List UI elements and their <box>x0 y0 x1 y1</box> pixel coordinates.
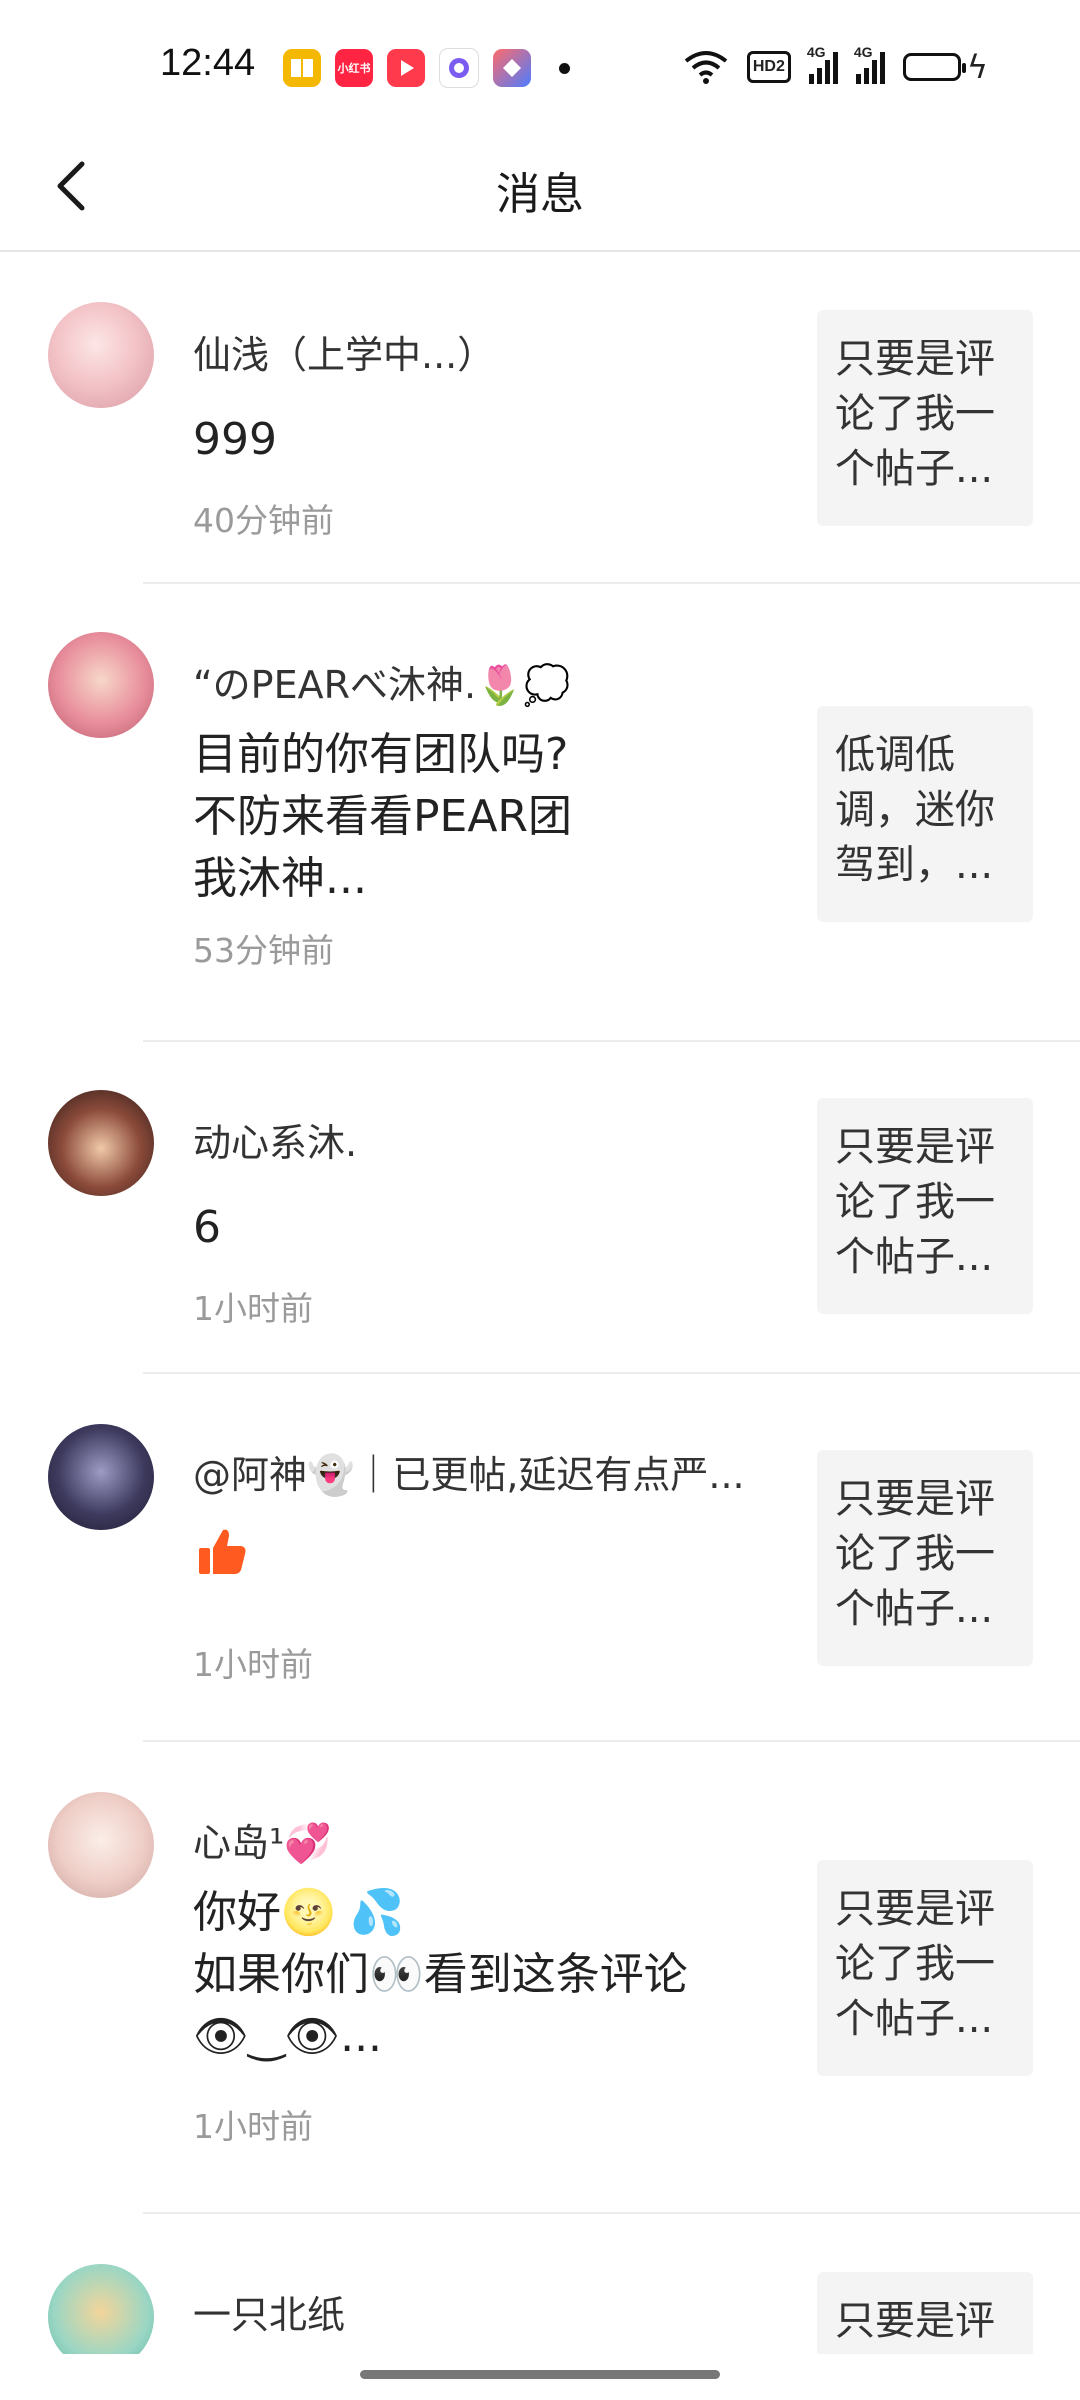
hd-voice-badge: HD2 <box>746 51 791 83</box>
message-content: 6 <box>193 1202 221 1253</box>
message-time: 40分钟前 <box>193 501 334 540</box>
shortcut-app-icon <box>493 49 531 87</box>
more-notifications-dot <box>559 62 570 74</box>
top-nav-bar: 消息 <box>0 120 1080 252</box>
post-preview[interactable]: 只要是评论了我一个帖子... <box>817 1450 1033 1666</box>
message-content <box>193 1524 249 1597</box>
avatar[interactable] <box>48 302 154 408</box>
avatar[interactable] <box>48 1424 154 1530</box>
sender-name[interactable]: 一只北纸 <box>193 2284 345 2339</box>
video-app-icon <box>387 49 425 87</box>
message-content: 999 <box>193 414 277 465</box>
battery-icon <box>902 53 966 81</box>
message-time: 1小时前 <box>193 1289 313 1328</box>
message-time: 1小时前 <box>193 2107 313 2146</box>
sender-name[interactable]: @阿神👻｜已更帖,延迟有点严... <box>193 1444 745 1499</box>
post-preview[interactable]: 只要是评 <box>817 2272 1033 2354</box>
message-item[interactable]: @阿神👻｜已更帖,延迟有点严... 1小时前 只要是评论了我一个帖子... <box>0 1374 1080 1742</box>
charging-bolt-icon: ϟ <box>966 48 988 86</box>
message-content: 目前的你有团队吗? 不防来看看PEAR团 我沐神... <box>193 729 573 904</box>
post-preview[interactable]: 低调低调，迷你驾到，... <box>817 706 1033 922</box>
page-title: 消息 <box>496 169 584 220</box>
post-preview[interactable]: 只要是评论了我一个帖子... <box>817 1098 1033 1314</box>
message-item[interactable]: 心岛¹💞 你好🌝 💦 如果你们👀看到这条评论 👁‿👁... 1小时前 只要是评论… <box>0 1742 1080 2214</box>
xiaohongshu-app-icon: 小红书 <box>335 49 373 87</box>
post-preview[interactable]: 只要是评论了我一个帖子... <box>817 310 1033 526</box>
message-time: 1小时前 <box>193 1645 313 1684</box>
book-app-icon <box>283 49 321 87</box>
sender-name[interactable]: 动心系沐. <box>193 1112 357 1167</box>
thumbs-up-icon <box>199 1529 246 1574</box>
avatar[interactable] <box>48 632 154 738</box>
wifi-icon <box>684 51 728 84</box>
avatar[interactable] <box>48 1792 154 1898</box>
message-item[interactable]: 一只北纸 只要是评 <box>0 2214 1080 2354</box>
signal-icon: 4G <box>807 44 838 84</box>
avatar[interactable] <box>48 2264 154 2354</box>
system-icons: HD2 4G 4G ϟ <box>683 44 988 86</box>
notification-icons: 小红书 <box>283 48 570 88</box>
chat-app-icon <box>439 48 479 88</box>
status-bar: 12:44 小红书 HD2 4G 4G ϟ <box>0 0 1080 120</box>
home-indicator[interactable] <box>360 2370 720 2379</box>
message-content: 你好🌝 💦 如果你们👀看到这条评论 👁‿👁... <box>193 1887 688 2062</box>
sender-name[interactable]: 仙浅（上学中...） <box>193 324 495 379</box>
sender-name[interactable]: “のPEARべ沐神.🌷💭 <box>193 654 571 709</box>
message-item[interactable]: 动心系沐. 6 1小时前 只要是评论了我一个帖子... <box>0 1042 1080 1374</box>
message-list[interactable]: 仙浅（上学中...） 999 40分钟前 只要是评论了我一个帖子... “のPE… <box>0 254 1080 2354</box>
message-item[interactable]: “のPEARべ沐神.🌷💭 目前的你有团队吗? 不防来看看PEAR团 我沐神...… <box>0 584 1080 1042</box>
post-preview[interactable]: 只要是评论了我一个帖子... <box>817 1860 1033 2076</box>
message-item[interactable]: 仙浅（上学中...） 999 40分钟前 只要是评论了我一个帖子... <box>0 254 1080 584</box>
status-time: 12:44 <box>160 42 256 84</box>
signal-icon-2: 4G <box>854 44 885 84</box>
message-time: 53分钟前 <box>193 931 334 970</box>
sender-name[interactable]: 心岛¹💞 <box>193 1812 332 1867</box>
avatar[interactable] <box>48 1090 154 1196</box>
